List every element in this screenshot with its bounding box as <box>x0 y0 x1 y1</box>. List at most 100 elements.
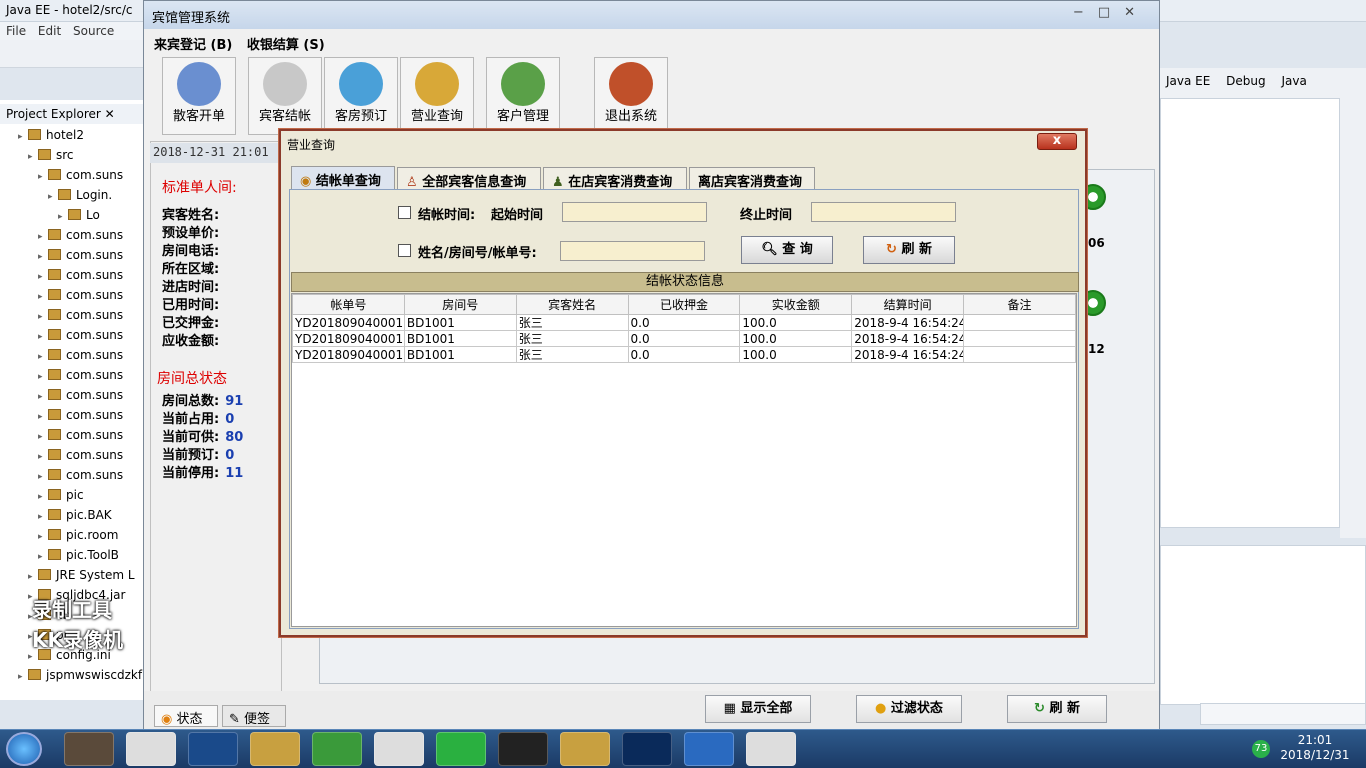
tab-checkout-query[interactable]: ◉ 结帐单查询 <box>291 166 395 189</box>
tree-item[interactable]: ▸ com.suns <box>0 288 143 308</box>
tree-item[interactable]: ▸ com.suns <box>0 388 143 408</box>
toolbar-button[interactable]: 散客开单 <box>162 57 236 135</box>
taskbar-app-button[interactable]: Java <box>746 732 796 766</box>
taskbar-app-button[interactable]: Ninja <box>498 732 548 766</box>
tab-status[interactable]: ◉ 状态 <box>154 705 218 727</box>
tree-item[interactable]: ▸ com.suns <box>0 248 143 268</box>
perspective-java[interactable]: Java <box>1281 74 1306 88</box>
tree-item[interactable]: ▸ pic.ToolB <box>0 548 143 568</box>
tree-item[interactable]: ▸ jspmwswiscdzkf <box>0 668 143 688</box>
tree-item[interactable]: ▸ com.suns <box>0 268 143 288</box>
expand-arrow-icon[interactable]: ▸ <box>38 432 48 442</box>
tree-item[interactable]: ▸ com.suns <box>0 228 143 248</box>
expand-arrow-icon[interactable]: ▸ <box>38 312 48 322</box>
tree-item[interactable]: ▸ com.suns <box>0 448 143 468</box>
expand-arrow-icon[interactable]: ▸ <box>38 412 48 422</box>
expand-arrow-icon[interactable]: ▸ <box>38 292 48 302</box>
expand-arrow-icon[interactable]: ▸ <box>38 392 48 402</box>
column-header[interactable]: 备注 <box>963 294 1076 315</box>
refresh-rooms-button[interactable]: ↻ 刷 新 <box>1007 695 1107 723</box>
tree-item[interactable]: ▸ com.suns <box>0 428 143 448</box>
tab-departed-consumption[interactable]: 离店宾客消费查询 <box>689 167 815 190</box>
expand-arrow-icon[interactable]: ▸ <box>38 352 48 362</box>
tree-item[interactable]: ▸ com.suns <box>0 368 143 388</box>
tab-notes[interactable]: ✎ 便签 <box>222 705 286 727</box>
column-header[interactable]: 实收金额 <box>739 294 853 315</box>
expand-arrow-icon[interactable]: ▸ <box>38 232 48 242</box>
tree-item[interactable]: ▸ Lo <box>0 208 143 228</box>
menu-checkout[interactable]: 收银结算 (S) <box>247 38 325 53</box>
taskbar-app-button[interactable]: Browser <box>312 732 362 766</box>
column-header[interactable]: 帐单号 <box>292 294 405 315</box>
expand-arrow-icon[interactable]: ▸ <box>48 192 58 202</box>
expand-arrow-icon[interactable]: ▸ <box>18 132 28 142</box>
notification-badge[interactable]: 73 <box>1252 740 1270 758</box>
perspective-debug[interactable]: Debug <box>1226 74 1265 88</box>
name-search-input[interactable] <box>560 241 705 261</box>
table-row[interactable]: YD201809040001 BD1001 张三 0.0 100.0 2018-9-4 1… <box>292 330 1076 347</box>
tree-item[interactable]: ▸ src <box>0 148 143 168</box>
expand-arrow-icon[interactable]: ▸ <box>38 272 48 282</box>
column-header[interactable]: 已收押金 <box>627 294 741 315</box>
tree-item[interactable]: ▸ JRE System L <box>0 568 143 588</box>
dialog-close-button[interactable]: x <box>1037 133 1077 150</box>
expand-arrow-icon[interactable]: ▸ <box>58 212 68 222</box>
filter-status-button[interactable]: ● 过滤状态 <box>856 695 962 723</box>
expand-arrow-icon[interactable]: ▸ <box>38 552 48 562</box>
column-header[interactable]: 房间号 <box>403 294 517 315</box>
ime-toolbar[interactable] <box>1200 703 1366 725</box>
tree-item[interactable]: ▸ com.suns <box>0 348 143 368</box>
tree-item[interactable]: ▸ com.suns <box>0 408 143 428</box>
expand-arrow-icon[interactable]: ▸ <box>18 672 28 682</box>
menu-edit[interactable]: Edit <box>38 24 61 38</box>
taskbar-app-button[interactable]: Chrome <box>126 732 176 766</box>
tree-item[interactable]: ▸ hotel2 <box>0 128 143 148</box>
menu-checkin[interactable]: 来宾登记 (B) <box>154 38 232 53</box>
toolbar-button[interactable]: 宾客结帐 <box>248 57 322 135</box>
taskbar-app-button[interactable]: Java EE <box>64 732 114 766</box>
expand-arrow-icon[interactable]: ▸ <box>38 472 48 482</box>
tree-item[interactable]: ▸ com.suns <box>0 468 143 488</box>
expand-arrow-icon[interactable]: ▸ <box>38 332 48 342</box>
window-controls-icon[interactable]: −□✕ <box>1073 5 1149 20</box>
toolbar-button[interactable]: 客户管理 <box>486 57 560 135</box>
perspective-javaee[interactable]: Java EE <box>1166 74 1210 88</box>
menu-file[interactable]: File <box>6 24 26 38</box>
show-all-button[interactable]: ▦ 显示全部 <box>705 695 811 723</box>
toolbar-button[interactable]: 营业查询 <box>400 57 474 135</box>
tree-item[interactable]: ▸ pic.room <box>0 528 143 548</box>
tree-item[interactable]: ▸ com.suns <box>0 308 143 328</box>
taskbar-app-button[interactable]: W <box>684 732 734 766</box>
expand-arrow-icon[interactable]: ▸ <box>28 572 38 582</box>
taskbar-app-button[interactable]: Files <box>250 732 300 766</box>
start-button[interactable] <box>6 732 42 766</box>
toolbar-button[interactable]: 客房预订 <box>324 57 398 135</box>
tree-item[interactable]: ▸ pic.BAK <box>0 508 143 528</box>
query-button[interactable]: 🔍︎ 查 询 <box>741 236 833 264</box>
taskbar-app-button[interactable]: Tools <box>560 732 610 766</box>
toolbar-button[interactable]: 退出系统 <box>594 57 668 135</box>
tab-all-guests[interactable]: ♙ 全部宾客信息查询 <box>397 167 541 190</box>
project-explorer-tab[interactable]: Project Explorer ✕ <box>0 104 145 124</box>
expand-arrow-icon[interactable]: ▸ <box>38 452 48 462</box>
refresh-button[interactable]: ↻ 刷 新 <box>863 236 955 264</box>
checkout-time-checkbox[interactable] <box>398 206 411 219</box>
taskbar-app-button[interactable]: Eclipse <box>188 732 238 766</box>
expand-arrow-icon[interactable]: ▸ <box>38 512 48 522</box>
taskbar-app-button[interactable]: Ps <box>622 732 672 766</box>
tree-item[interactable]: ▸ com.suns <box>0 168 143 188</box>
expand-arrow-icon[interactable]: ▸ <box>38 532 48 542</box>
tree-item[interactable]: ▸ com.suns <box>0 328 143 348</box>
table-row[interactable]: YD201809040001 BD1001 张三 0.0 100.0 2018-9-4 1… <box>292 346 1076 363</box>
expand-arrow-icon[interactable]: ▸ <box>38 252 48 262</box>
expand-arrow-icon[interactable]: ▸ <box>38 372 48 382</box>
column-header[interactable]: 结算时间 <box>851 294 965 315</box>
tree-item[interactable]: ▸ Login. <box>0 188 143 208</box>
tree-item[interactable]: ▸ pic <box>0 488 143 508</box>
table-row[interactable]: YD201809040001 BD1001 张三 0.0 100.0 2018-9-4 1… <box>292 314 1076 331</box>
expand-arrow-icon[interactable]: ▸ <box>38 172 48 182</box>
column-header[interactable]: 宾客姓名 <box>515 294 629 315</box>
tab-in-house-consumption[interactable]: ♟ 在店宾客消费查询 <box>543 167 687 190</box>
taskbar-app-button[interactable]: Notes <box>374 732 424 766</box>
start-time-input[interactable] <box>562 202 707 222</box>
